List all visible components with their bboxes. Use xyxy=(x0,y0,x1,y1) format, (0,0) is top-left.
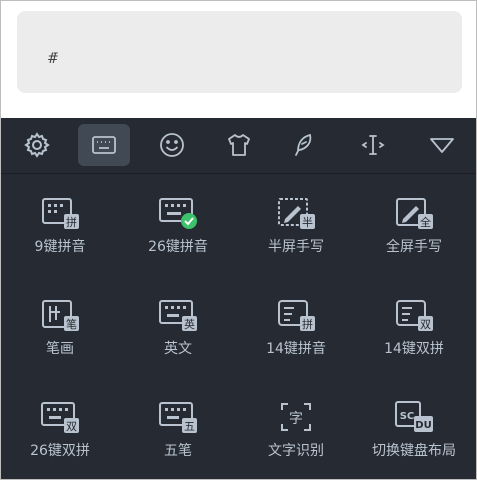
option-14key-shuangpin[interactable]: 双 14键双拼 xyxy=(355,276,473,374)
switch-layout-icon: SC DU xyxy=(395,401,433,432)
option-stroke[interactable]: 笔 笔画 xyxy=(1,276,119,374)
option-9key-pinyin[interactable]: 拼 9键拼音 xyxy=(1,174,119,272)
keyboard-wubi-icon: 五 xyxy=(159,402,197,433)
option-label: 14键拼音 xyxy=(266,341,326,357)
14key-shuangpin-icon: 双 xyxy=(396,300,433,331)
option-label: 14键双拼 xyxy=(384,341,444,357)
svg-text:双: 双 xyxy=(420,318,431,331)
option-label: 26键双拼 xyxy=(30,443,90,459)
option-half-handwriting[interactable]: 半 半屏手写 xyxy=(237,174,355,272)
option-label: 半屏手写 xyxy=(268,239,324,255)
keyboard-switch-button[interactable] xyxy=(78,124,130,166)
option-switch-layout[interactable]: SC DU 切换键盘布局 xyxy=(355,378,473,476)
14key-pinyin-icon: 拼 xyxy=(278,300,315,331)
keyboard-english-icon: 英 xyxy=(159,300,197,331)
keyboard-shuangpin-icon: 双 xyxy=(41,402,79,433)
half-handwrite-icon: 半 xyxy=(278,198,315,229)
cursor-move-icon xyxy=(361,135,385,155)
option-text-recognition[interactable]: 字 文字识别 xyxy=(237,378,355,476)
svg-text:拼: 拼 xyxy=(302,317,313,331)
full-handwrite-icon: 全 xyxy=(396,198,433,229)
keyboard-toolbar xyxy=(1,118,476,174)
skin-button[interactable] xyxy=(213,124,265,166)
svg-text:五: 五 xyxy=(184,420,195,433)
emoji-button[interactable] xyxy=(146,124,198,166)
option-label: 五笔 xyxy=(164,443,192,459)
option-label: 文字识别 xyxy=(268,443,324,459)
option-label: 9键拼音 xyxy=(34,239,86,255)
keyboard-panel: 拼 9键拼音 26键拼音 半 半屏手写 全 全屏手写 笔 笔画 英 英文 拼 1… xyxy=(1,118,476,479)
input-area: #̄ xyxy=(1,1,476,118)
keyboard-icon xyxy=(92,136,116,154)
triangle-down-icon xyxy=(430,138,454,153)
svg-text:笔: 笔 xyxy=(66,317,77,331)
svg-text:英: 英 xyxy=(184,317,195,331)
gear-icon xyxy=(24,132,50,158)
scan-text-icon: 字 xyxy=(281,403,311,431)
svg-text:半: 半 xyxy=(302,215,313,229)
option-26key-shuangpin[interactable]: 双 26键双拼 xyxy=(1,378,119,476)
shirt-icon xyxy=(228,134,250,156)
svg-text:SC: SC xyxy=(400,411,415,422)
svg-text:拼: 拼 xyxy=(66,215,77,229)
input-text: #̄ xyxy=(47,51,59,67)
svg-text:DU: DU xyxy=(415,420,431,431)
stroke-icon: 笔 xyxy=(42,300,79,331)
option-14key-pinyin[interactable]: 拼 14键拼音 xyxy=(237,276,355,374)
cursor-button[interactable] xyxy=(347,124,399,166)
option-english[interactable]: 英 英文 xyxy=(119,276,237,374)
svg-text:字: 字 xyxy=(289,411,303,427)
option-label: 切换键盘布局 xyxy=(372,443,456,459)
keypad-pinyin-icon: 拼 xyxy=(42,198,79,229)
option-wubi[interactable]: 五 五笔 xyxy=(119,378,237,476)
option-label: 英文 xyxy=(164,341,192,357)
handwrite-button[interactable] xyxy=(278,124,330,166)
feather-icon xyxy=(295,134,312,156)
keyboard-options-grid: 拼 9键拼音 26键拼音 半 半屏手写 全 全屏手写 笔 笔画 英 英文 拼 1… xyxy=(1,174,476,479)
keyboard-checked-icon xyxy=(159,198,197,229)
option-full-handwriting[interactable]: 全 全屏手写 xyxy=(355,174,473,272)
svg-text:全: 全 xyxy=(420,215,431,229)
settings-button[interactable] xyxy=(11,124,63,166)
option-label: 26键拼音 xyxy=(148,239,208,255)
svg-text:双: 双 xyxy=(66,420,77,433)
option-label: 笔画 xyxy=(46,341,74,357)
option-26key-pinyin[interactable]: 26键拼音 xyxy=(119,174,237,272)
collapse-button[interactable] xyxy=(416,124,468,166)
option-label: 全屏手写 xyxy=(386,239,442,255)
text-input-box[interactable]: #̄ xyxy=(17,11,462,93)
screen: #̄ 拼 9键拼音 26键拼音 半 半屏手写 全 全屏手写 笔 笔画 英 英文 … xyxy=(0,0,477,480)
smiley-icon xyxy=(160,133,184,157)
